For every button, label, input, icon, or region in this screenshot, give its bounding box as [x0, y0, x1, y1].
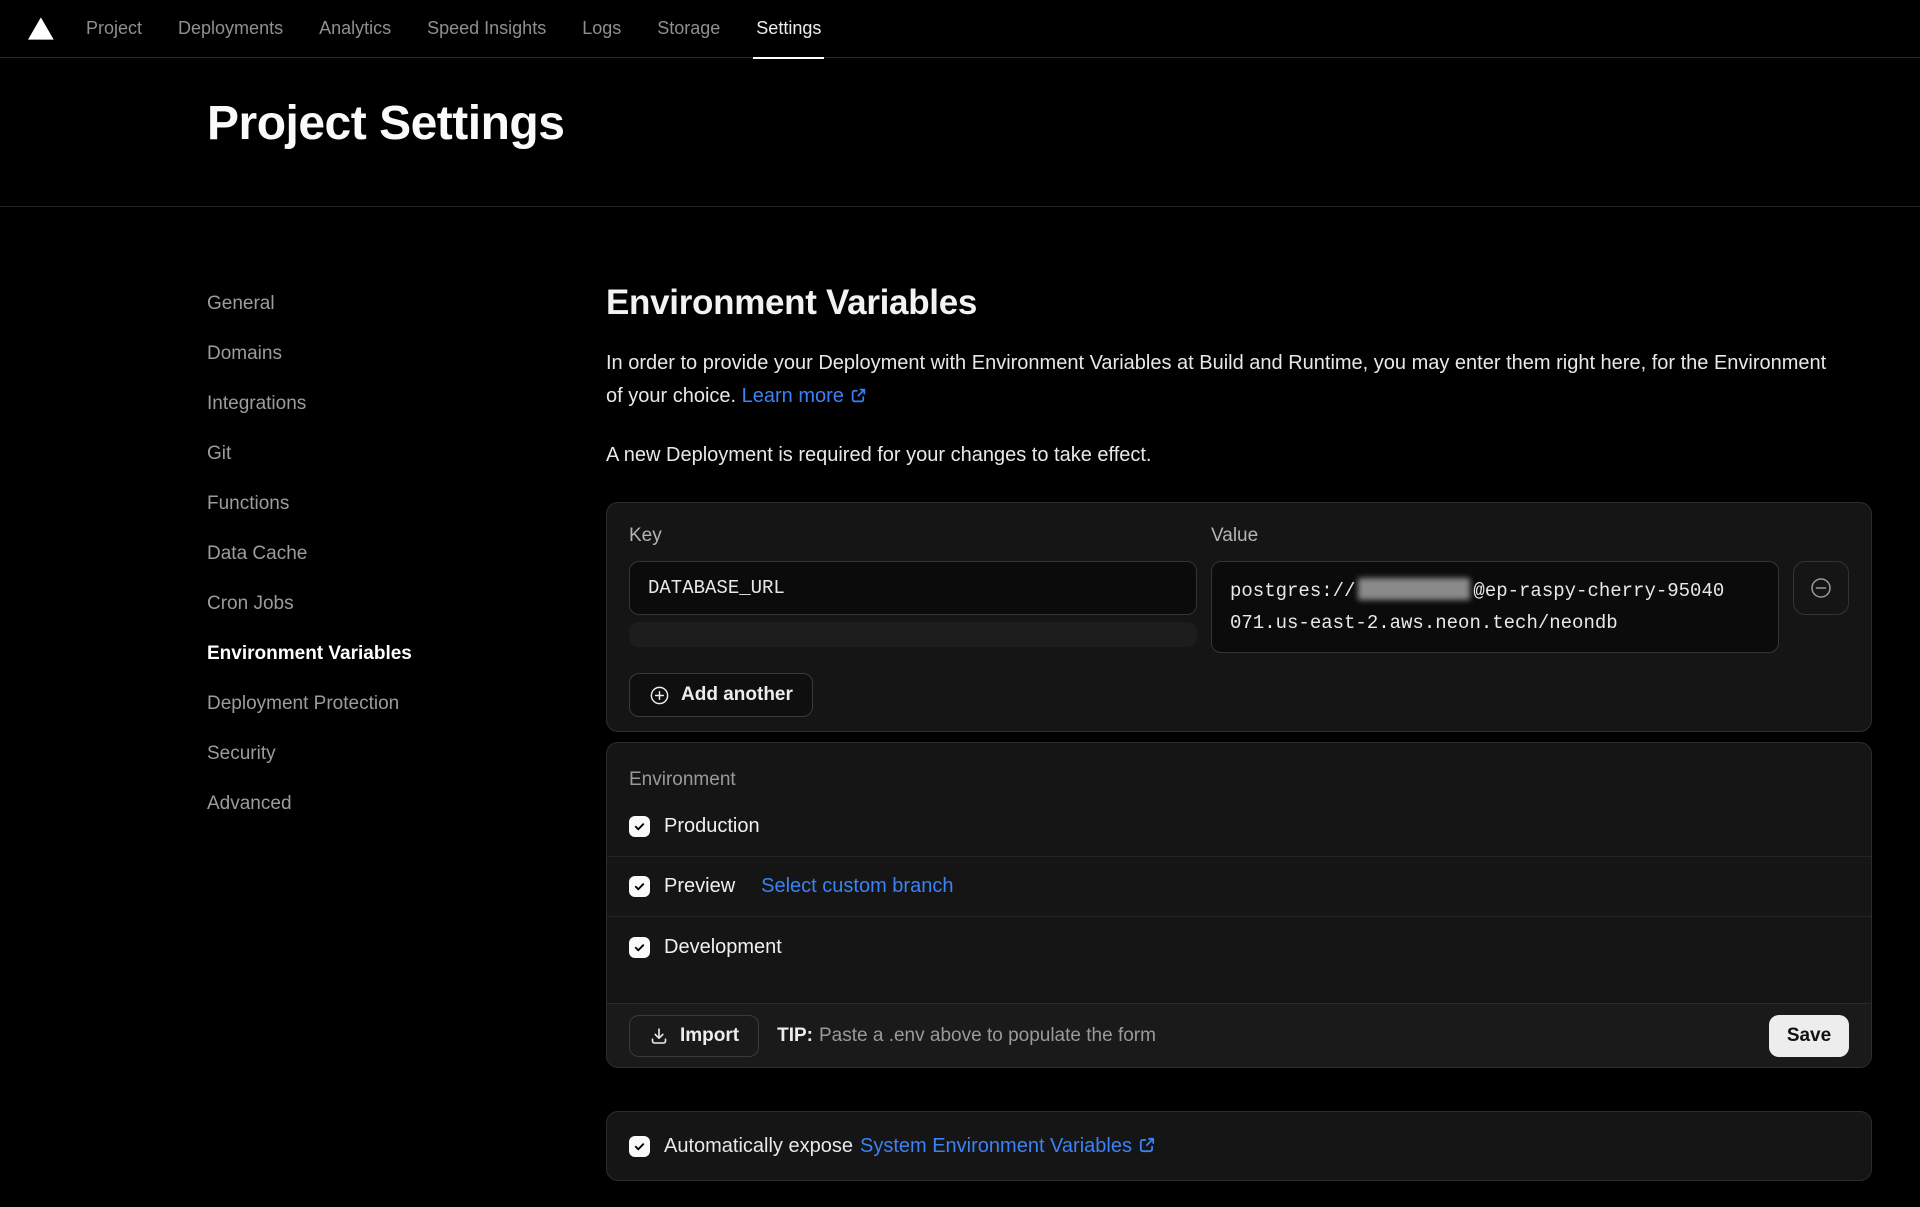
tip-text: Paste a .env above to populate the form: [819, 1025, 1156, 1046]
add-another-button[interactable]: Add another: [629, 673, 813, 717]
checkbox-production[interactable]: [629, 816, 650, 837]
value-prefix: postgres://: [1230, 580, 1355, 602]
external-link-icon: [850, 387, 867, 404]
environment-variables-section: Environment Variables In order to provid…: [606, 279, 1872, 1181]
nav-tab-deployments[interactable]: Deployments: [178, 0, 283, 58]
page-title: Project Settings: [207, 96, 564, 151]
sidebar-item-functions[interactable]: Functions: [207, 479, 606, 529]
sidebar-item-integrations[interactable]: Integrations: [207, 379, 606, 429]
redacted-secret: [1358, 578, 1470, 600]
environment-options: Production Preview Select custom branch …: [607, 797, 1871, 1003]
environment-scope-card: Environment Production Preview Select cu…: [606, 742, 1872, 1068]
environment-option-label: Preview: [664, 875, 735, 898]
env-tip: TIP: Paste a .env above to populate the f…: [777, 1025, 1156, 1047]
select-custom-branch-link[interactable]: Select custom branch: [761, 875, 953, 898]
add-another-label: Add another: [681, 684, 793, 706]
environment-label: Environment: [607, 743, 1871, 791]
sidebar-item-data-cache[interactable]: Data Cache: [207, 529, 606, 579]
environment-row-production[interactable]: Production: [607, 797, 1871, 857]
sidebar-item-environment-variables[interactable]: Environment Variables: [207, 629, 606, 679]
nav-tab-logs[interactable]: Logs: [582, 0, 621, 58]
environment-option-label: Development: [664, 936, 782, 959]
checkbox-development[interactable]: [629, 937, 650, 958]
checkmark-icon: [633, 880, 646, 893]
download-icon: [649, 1026, 669, 1046]
value-suffix-line2: 071.us-east-2.aws.neon.tech/neondb: [1230, 612, 1618, 634]
env-var-form-card: Key Value DATABASE_URL postgres:// @ep-ra…: [606, 502, 1872, 732]
nav-tab-storage[interactable]: Storage: [657, 0, 720, 58]
external-link-icon: [1138, 1136, 1156, 1154]
nav-tab-speed-insights[interactable]: Speed Insights: [427, 0, 546, 58]
import-button[interactable]: Import: [629, 1015, 759, 1057]
settings-sidebar: General Domains Integrations Git Functio…: [207, 279, 606, 1181]
sidebar-item-git[interactable]: Git: [207, 429, 606, 479]
nav-tab-settings[interactable]: Settings: [756, 0, 821, 58]
section-title: Environment Variables: [606, 283, 1872, 323]
value-label: Value: [1211, 525, 1779, 547]
value-suffix-line1: @ep-raspy-cherry-95040: [1473, 580, 1724, 602]
remove-row-button[interactable]: [1793, 561, 1849, 615]
import-label: Import: [680, 1025, 739, 1047]
sidebar-item-security[interactable]: Security: [207, 729, 606, 779]
environment-row-development[interactable]: Development: [607, 917, 1871, 977]
environment-option-label: Production: [664, 815, 760, 838]
key-row-shadow: [629, 622, 1197, 647]
sidebar-item-advanced[interactable]: Advanced: [207, 779, 606, 829]
nav-tab-project[interactable]: Project: [86, 0, 142, 58]
form-footer: Import TIP: Paste a .env above to populat…: [607, 1003, 1871, 1067]
save-button[interactable]: Save: [1769, 1015, 1849, 1057]
system-env-vars-link[interactable]: System Environment Variables: [860, 1135, 1156, 1158]
section-description: In order to provide your Deployment with…: [606, 347, 1872, 413]
environment-row-preview[interactable]: Preview Select custom branch: [607, 857, 1871, 917]
auto-expose-card: Automatically expose System Environment …: [606, 1111, 1872, 1181]
checkmark-icon: [633, 820, 646, 833]
top-navbar: Project Deployments Analytics Speed Insi…: [0, 0, 1920, 58]
sidebar-item-general[interactable]: General: [207, 279, 606, 329]
checkbox-auto-expose[interactable]: [629, 1136, 650, 1157]
key-input[interactable]: DATABASE_URL: [629, 561, 1197, 615]
description-line2: of your choice.: [606, 385, 736, 407]
vercel-logo[interactable]: [28, 17, 54, 40]
plus-circle-icon: [649, 685, 670, 706]
sidebar-item-domains[interactable]: Domains: [207, 329, 606, 379]
learn-more-link[interactable]: Learn more: [742, 385, 867, 407]
tip-prefix: TIP:: [777, 1025, 813, 1046]
minus-circle-icon: [1809, 576, 1833, 600]
page-header: Project Settings: [0, 58, 1920, 207]
checkbox-preview[interactable]: [629, 876, 650, 897]
checkmark-icon: [633, 941, 646, 954]
checkmark-icon: [633, 1140, 646, 1153]
value-input[interactable]: postgres:// @ep-raspy-cherry-95040 071.us-…: [1211, 561, 1779, 653]
deployment-note: A new Deployment is required for your ch…: [606, 439, 1872, 472]
key-label: Key: [629, 525, 1197, 547]
vercel-triangle-icon: [28, 17, 54, 40]
sidebar-item-cron-jobs[interactable]: Cron Jobs: [207, 579, 606, 629]
description-line1: In order to provide your Deployment with…: [606, 352, 1826, 374]
nav-tab-analytics[interactable]: Analytics: [319, 0, 391, 58]
sidebar-item-deployment-protection[interactable]: Deployment Protection: [207, 679, 606, 729]
auto-expose-label: Automatically expose: [664, 1135, 853, 1158]
